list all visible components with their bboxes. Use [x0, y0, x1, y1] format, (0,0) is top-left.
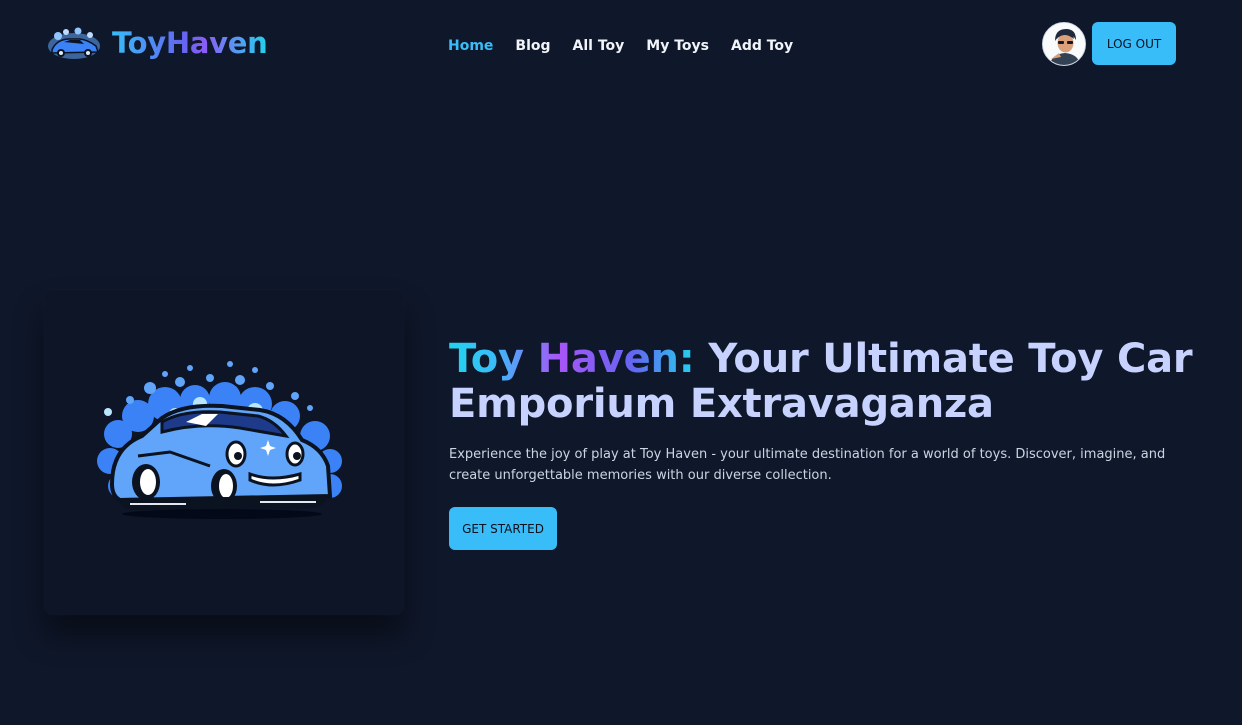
- user-avatar-icon: [1043, 23, 1085, 65]
- toy-car-illustration: [97, 361, 342, 519]
- user-avatar[interactable]: [1042, 22, 1086, 66]
- nav-link-home[interactable]: Home: [448, 38, 493, 54]
- hero-title: Toy Haven: Your Ultimate Toy Car Emporiu…: [449, 337, 1209, 427]
- page: ToyHaven Home Blog All Toy My Toys Add T…: [0, 0, 1242, 725]
- hero-description: Experience the joy of play at Toy Haven …: [449, 447, 1166, 483]
- logout-button[interactable]: LOG OUT: [1092, 22, 1176, 65]
- main-nav: Home Blog All Toy My Toys Add Toy: [448, 35, 793, 54]
- get-started-button[interactable]: GET STARTED: [449, 507, 557, 550]
- toy-car-logo-icon: [48, 27, 100, 59]
- hero-title-highlight: Toy Haven:: [449, 336, 695, 382]
- navbar: ToyHaven Home Blog All Toy My Toys Add T…: [0, 0, 1242, 88]
- nav-link-all-toy[interactable]: All Toy: [573, 38, 625, 54]
- hero-image-card: [44, 290, 404, 615]
- nav-link-my-toys[interactable]: My Toys: [646, 38, 709, 54]
- brand-link[interactable]: ToyHaven: [46, 24, 268, 62]
- nav-link-blog[interactable]: Blog: [515, 38, 550, 54]
- nav-link-add-toy[interactable]: Add Toy: [731, 38, 793, 54]
- brand-name: ToyHaven: [112, 26, 268, 60]
